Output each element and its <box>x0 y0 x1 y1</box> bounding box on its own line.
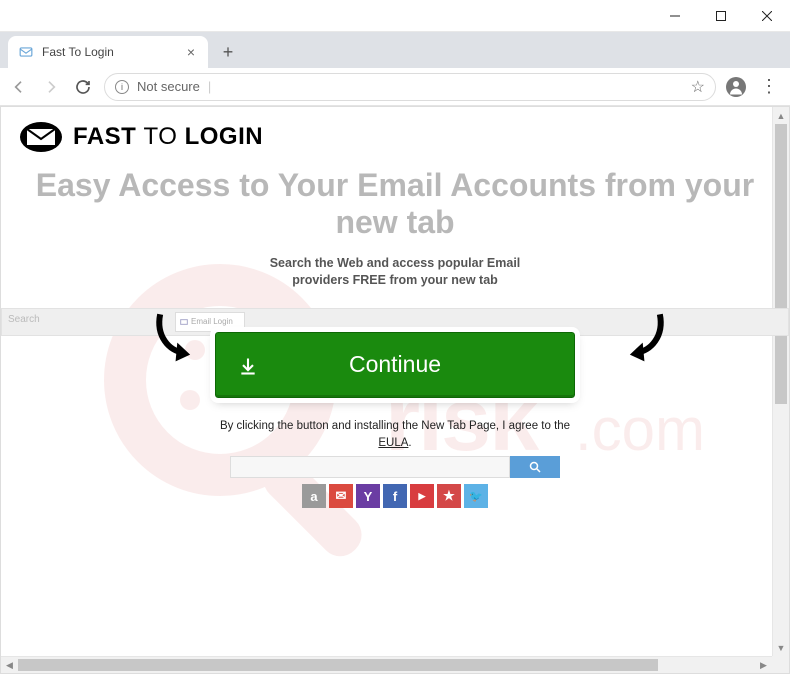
site-info-icon[interactable]: i <box>115 80 129 94</box>
page-viewport: risk .com FAST TO LOGIN Easy Access to Y… <box>0 106 790 674</box>
browser-tab[interactable]: Fast To Login × <box>8 36 208 68</box>
window-minimize-button[interactable] <box>652 0 698 32</box>
arrow-left-icon <box>151 310 195 370</box>
security-status-text: Not secure <box>137 79 200 94</box>
twitter-icon[interactable]: 🐦 <box>464 484 488 508</box>
tab-title: Fast To Login <box>42 45 176 59</box>
preview-search-label: Search <box>8 314 40 325</box>
address-bar[interactable]: i Not secure | ☆ <box>104 73 716 101</box>
amazon-icon[interactable]: a <box>302 484 326 508</box>
tab-strip: Fast To Login × + <box>0 32 790 68</box>
gmail-icon[interactable]: ✉ <box>329 484 353 508</box>
browser-menu-button[interactable]: ⋮ <box>756 76 782 97</box>
star-icon[interactable]: ★ <box>437 484 461 508</box>
back-button[interactable] <box>8 76 30 98</box>
window-maximize-button[interactable] <box>698 0 744 32</box>
youtube-icon[interactable]: ▶ <box>410 484 434 508</box>
preview-search-bar <box>1 456 789 478</box>
hero-subtitle: Search the Web and access popular Emailp… <box>21 255 769 290</box>
arrow-right-icon <box>625 310 669 370</box>
facebook-icon[interactable]: f <box>383 484 407 508</box>
tab-close-icon[interactable]: × <box>184 44 198 60</box>
continue-button[interactable]: Continue <box>215 332 575 398</box>
eula-link[interactable]: EULA <box>378 437 408 449</box>
yahoo-icon[interactable]: Y <box>356 484 380 508</box>
continue-button-label: Continue <box>349 351 441 378</box>
site-logo-text: FAST TO LOGIN <box>73 123 263 151</box>
address-separator: | <box>208 79 211 94</box>
window-titlebar <box>0 0 790 32</box>
download-icon <box>238 355 258 382</box>
forward-button[interactable] <box>40 76 62 98</box>
site-logo: FAST TO LOGIN <box>1 107 789 161</box>
envelope-logo-icon <box>19 121 63 153</box>
bookmark-star-icon[interactable]: ☆ <box>691 77 705 97</box>
window-close-button[interactable] <box>744 0 790 32</box>
hero-heading: Easy Access to Your Email Accounts from … <box>21 167 769 241</box>
new-tab-button[interactable]: + <box>214 38 242 66</box>
reload-button[interactable] <box>72 76 94 98</box>
provider-icon-row: a ✉ Y f ▶ ★ 🐦 <box>1 484 789 508</box>
tab-favicon <box>18 44 34 60</box>
browser-toolbar: i Not secure | ☆ ⋮ <box>0 68 790 106</box>
profile-avatar-icon[interactable] <box>726 77 746 97</box>
disclaimer-text: By clicking the button and installing th… <box>1 418 789 453</box>
preview-search-button-icon <box>510 456 560 478</box>
